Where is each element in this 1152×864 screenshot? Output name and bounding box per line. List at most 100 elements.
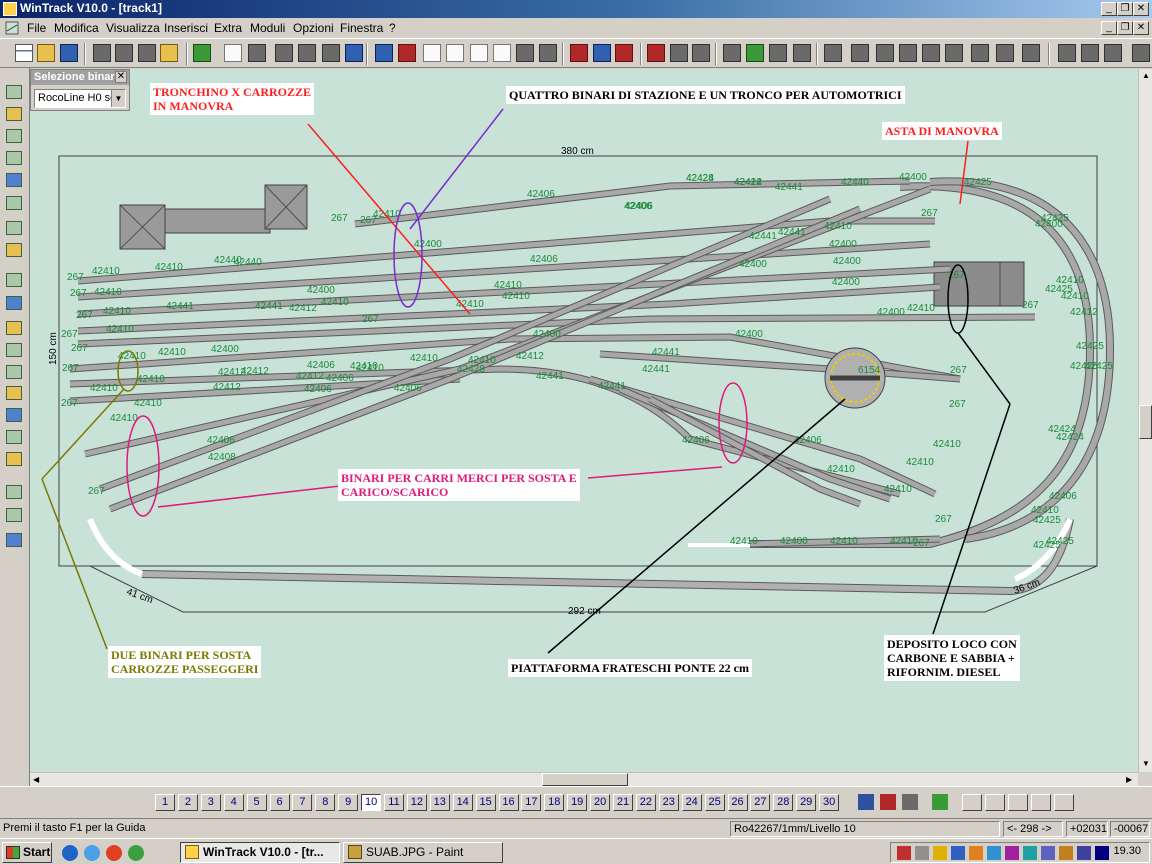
layer-tab-16[interactable]: 16 [498,794,519,811]
paste-icon[interactable] [539,44,557,62]
page-nav-icon[interactable] [1031,794,1051,811]
doc-restore-button[interactable]: ❐ [1117,21,1133,35]
tray-icon[interactable] [1005,846,1019,860]
menu-finestra[interactable]: Finestra [340,21,383,35]
align-top-icon[interactable] [1104,44,1122,62]
zoom-in-icon[interactable] [298,44,316,62]
picture-icon[interactable] [248,44,266,62]
page-nav-icon[interactable] [962,794,982,811]
vertical-scrollbar[interactable]: ▲ ▼ [1138,69,1152,772]
layer-red-icon[interactable] [880,794,896,810]
rotate-icon[interactable] [746,44,764,62]
clock[interactable]: 19.30 [1113,845,1141,857]
tray-icon[interactable] [915,846,929,860]
layer-tab-3[interactable]: 3 [200,794,221,811]
open-icon[interactable] [37,44,55,62]
grid-icon[interactable] [224,44,242,62]
layer-tab-2[interactable]: 2 [177,794,198,811]
zoom-out-icon[interactable] [275,44,293,62]
zoom-window-icon[interactable] [322,44,340,62]
layer-tab-17[interactable]: 17 [521,794,542,811]
layer-tab-24[interactable]: 24 [681,794,702,811]
snap-icon[interactable] [996,44,1014,62]
turntable[interactable]: 6154 [824,347,886,409]
layer-hide-icon[interactable] [902,794,918,810]
task-paint[interactable]: SUAB.JPG - Paint [343,842,503,863]
copy-icon[interactable] [516,44,534,62]
page-nav-icon[interactable] [985,794,1005,811]
layer-tab-20[interactable]: 20 [590,794,611,811]
player-icon[interactable] [128,845,144,861]
layer-tab-13[interactable]: 13 [429,794,450,811]
signal-icon[interactable] [922,44,940,62]
layer-tab-8[interactable]: 8 [315,794,336,811]
align-icon[interactable] [723,44,741,62]
notes-icon[interactable] [160,44,178,62]
layer-tab-26[interactable]: 26 [727,794,748,811]
doc-close-button[interactable]: ✕ [1133,21,1149,35]
track-library-select[interactable]: RocoLine H0 senza massicciata ▼ [34,89,126,108]
menu-opzioni[interactable]: Opzioni [293,21,334,35]
tray-icon[interactable] [987,846,1001,860]
outlook-icon[interactable] [84,845,100,861]
menu-extra[interactable]: Extra [214,21,242,35]
mirror-icon[interactable] [769,44,787,62]
track-tool-icon[interactable] [6,365,22,379]
layer-tab-23[interactable]: 23 [658,794,679,811]
switch-icon[interactable] [899,44,917,62]
track-tool-icon[interactable] [6,273,22,287]
preview-icon[interactable] [93,44,111,62]
delete-group-icon[interactable] [692,44,710,62]
track-tool-icon[interactable] [6,221,22,235]
track-tool-icon[interactable] [6,173,22,187]
close-button[interactable]: ✕ [1133,2,1149,16]
zoom-fit-icon[interactable] [345,44,363,62]
join-icon[interactable] [793,44,811,62]
layer-tab-9[interactable]: 9 [338,794,359,811]
cut-icon[interactable] [493,44,511,62]
measure-icon[interactable] [971,44,989,62]
track-tool-icon[interactable] [6,343,22,357]
ungroup-icon[interactable] [670,44,688,62]
document-icon[interactable] [4,20,20,36]
menu-inserisci[interactable]: Inserisci [164,21,208,35]
layer-tab-15[interactable]: 15 [475,794,496,811]
track-tool-icon[interactable] [6,151,22,165]
tray-icon[interactable] [1095,846,1109,860]
layer-tab-10[interactable]: 10 [361,794,382,811]
horizontal-scroll-thumb[interactable] [542,773,628,786]
tray-icon[interactable] [951,846,965,860]
minimize-button[interactable]: _ [1101,2,1117,16]
group-icon[interactable] [647,44,665,62]
layer-tab-21[interactable]: 21 [613,794,633,811]
track-tool-icon[interactable] [6,386,22,400]
track-tool-icon[interactable] [6,321,22,335]
scroll-up-icon[interactable]: ▲ [1142,71,1150,80]
layer-tab-6[interactable]: 6 [269,794,290,811]
tray-icon[interactable] [969,846,983,860]
layer-tab-25[interactable]: 25 [704,794,725,811]
printer-setup-icon[interactable] [138,44,156,62]
split-icon[interactable] [824,44,842,62]
align-right-icon[interactable] [1081,44,1099,62]
print-icon[interactable] [115,44,133,62]
track-tool-icon[interactable] [6,452,22,466]
menu-file[interactable]: File [27,21,46,35]
track-tool-icon[interactable] [6,196,22,210]
ie-icon[interactable] [62,845,78,861]
start-button[interactable]: Start [2,842,52,863]
track-tool-icon[interactable] [6,129,22,143]
layer-tab-4[interactable]: 4 [223,794,244,811]
media-icon[interactable] [106,845,122,861]
layer-tab-29[interactable]: 29 [796,794,817,811]
layer-tab-11[interactable]: 11 [384,794,404,811]
menu-modifica[interactable]: Modifica [54,21,99,35]
tray-icon[interactable] [1077,846,1091,860]
layer-show-icon[interactable] [932,794,948,810]
horizontal-scrollbar[interactable]: ◀ ▶ [30,772,1138,786]
align-bottom-icon[interactable] [1132,44,1150,62]
track-tool-icon[interactable] [6,243,22,257]
track-tool-icon[interactable] [6,107,22,121]
track-tool-icon[interactable] [6,430,22,444]
chevron-down-icon[interactable]: ▼ [111,90,125,107]
